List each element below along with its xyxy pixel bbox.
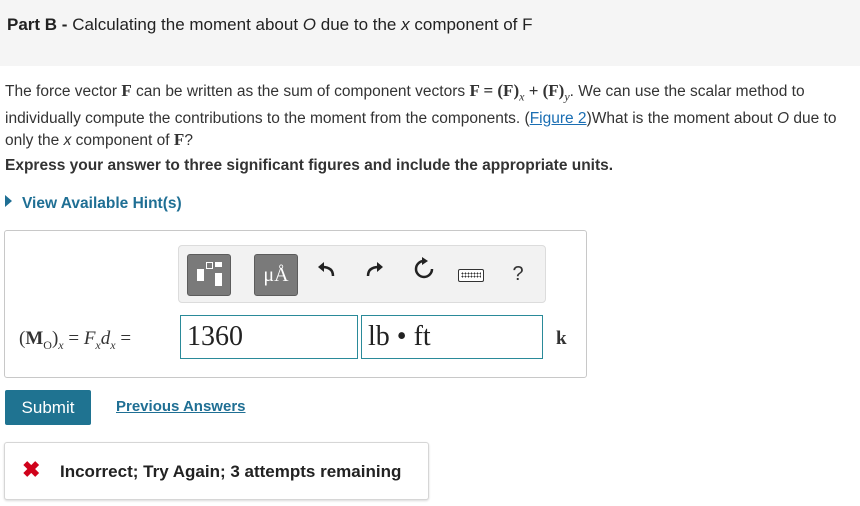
template-square-4 <box>215 273 222 286</box>
part-label: Part B - <box>7 15 68 34</box>
reset-icon[interactable] <box>408 256 440 292</box>
title-text-1: Calculating the moment about <box>72 15 299 34</box>
error-x-icon: ✖ <box>22 457 41 482</box>
keyboard-icon[interactable] <box>454 256 486 292</box>
title-O: O <box>302 15 317 34</box>
units-button[interactable]: μÅ <box>254 254 298 296</box>
keyboard-keys <box>461 272 481 278</box>
keyboard-shape <box>458 269 484 282</box>
part-title: Part B - Calculating the moment about O … <box>7 15 532 35</box>
math-toolbar: μÅ ? <box>178 245 546 303</box>
title-text-2: due to the <box>320 15 397 34</box>
title-text-3: component of F <box>414 15 533 34</box>
answer-units-input[interactable]: lb • ft <box>361 315 543 359</box>
templates-button[interactable] <box>187 254 231 296</box>
template-square-3 <box>215 262 222 267</box>
view-hints-toggle[interactable]: View Available Hint(s) <box>5 195 182 213</box>
direction-k-label: k <box>556 328 567 349</box>
symbol-F: F <box>121 81 132 100</box>
hint-label: View Available Hint(s) <box>22 195 182 212</box>
component-equation: F = (F)x + (F)y <box>469 81 570 104</box>
symbol-F-2: F <box>173 130 185 150</box>
problem-text-h: component of <box>75 132 170 150</box>
moment-expression: (MO)x = Fxdx = <box>19 328 132 352</box>
answer-box: μÅ ? (MO)x = Fxdx = 1360 lb • ft k <box>4 230 587 378</box>
problem-text-c: . We can use the scalar <box>569 83 732 100</box>
title-x: x <box>401 15 410 34</box>
problem-text-e: )What is the moment <box>586 109 730 127</box>
undo-icon[interactable] <box>310 256 342 292</box>
answer-value-input[interactable]: 1360 <box>180 315 358 359</box>
symbol-O: O <box>776 109 790 127</box>
answer-instruction: Express your answer to three significant… <box>5 157 614 174</box>
template-square-2 <box>206 262 213 269</box>
figure-2-link[interactable]: Figure 2 <box>530 110 587 127</box>
feedback-text: Incorrect; Try Again; 3 attempts remaini… <box>60 462 402 481</box>
problem-text-b: can be written as the sum of component v… <box>136 83 466 100</box>
problem-text-f: about <box>733 109 773 127</box>
feedback-box: ✖ Incorrect; Try Again; 3 attempts remai… <box>4 442 429 500</box>
redo-icon[interactable] <box>359 256 391 292</box>
previous-answers-link[interactable]: Previous Answers <box>116 398 246 415</box>
question-mark: ? <box>184 132 193 150</box>
problem-text: The force vector F can be written as the… <box>5 80 855 152</box>
submit-button[interactable]: Submit <box>5 390 91 425</box>
template-square-1 <box>197 269 204 281</box>
problem-text-a: The force vector <box>5 83 117 100</box>
help-button[interactable]: ? <box>502 256 534 292</box>
expand-triangle-icon <box>5 195 12 207</box>
part-header: Part B - Calculating the moment about O … <box>0 0 860 66</box>
symbol-x: x <box>63 132 72 150</box>
